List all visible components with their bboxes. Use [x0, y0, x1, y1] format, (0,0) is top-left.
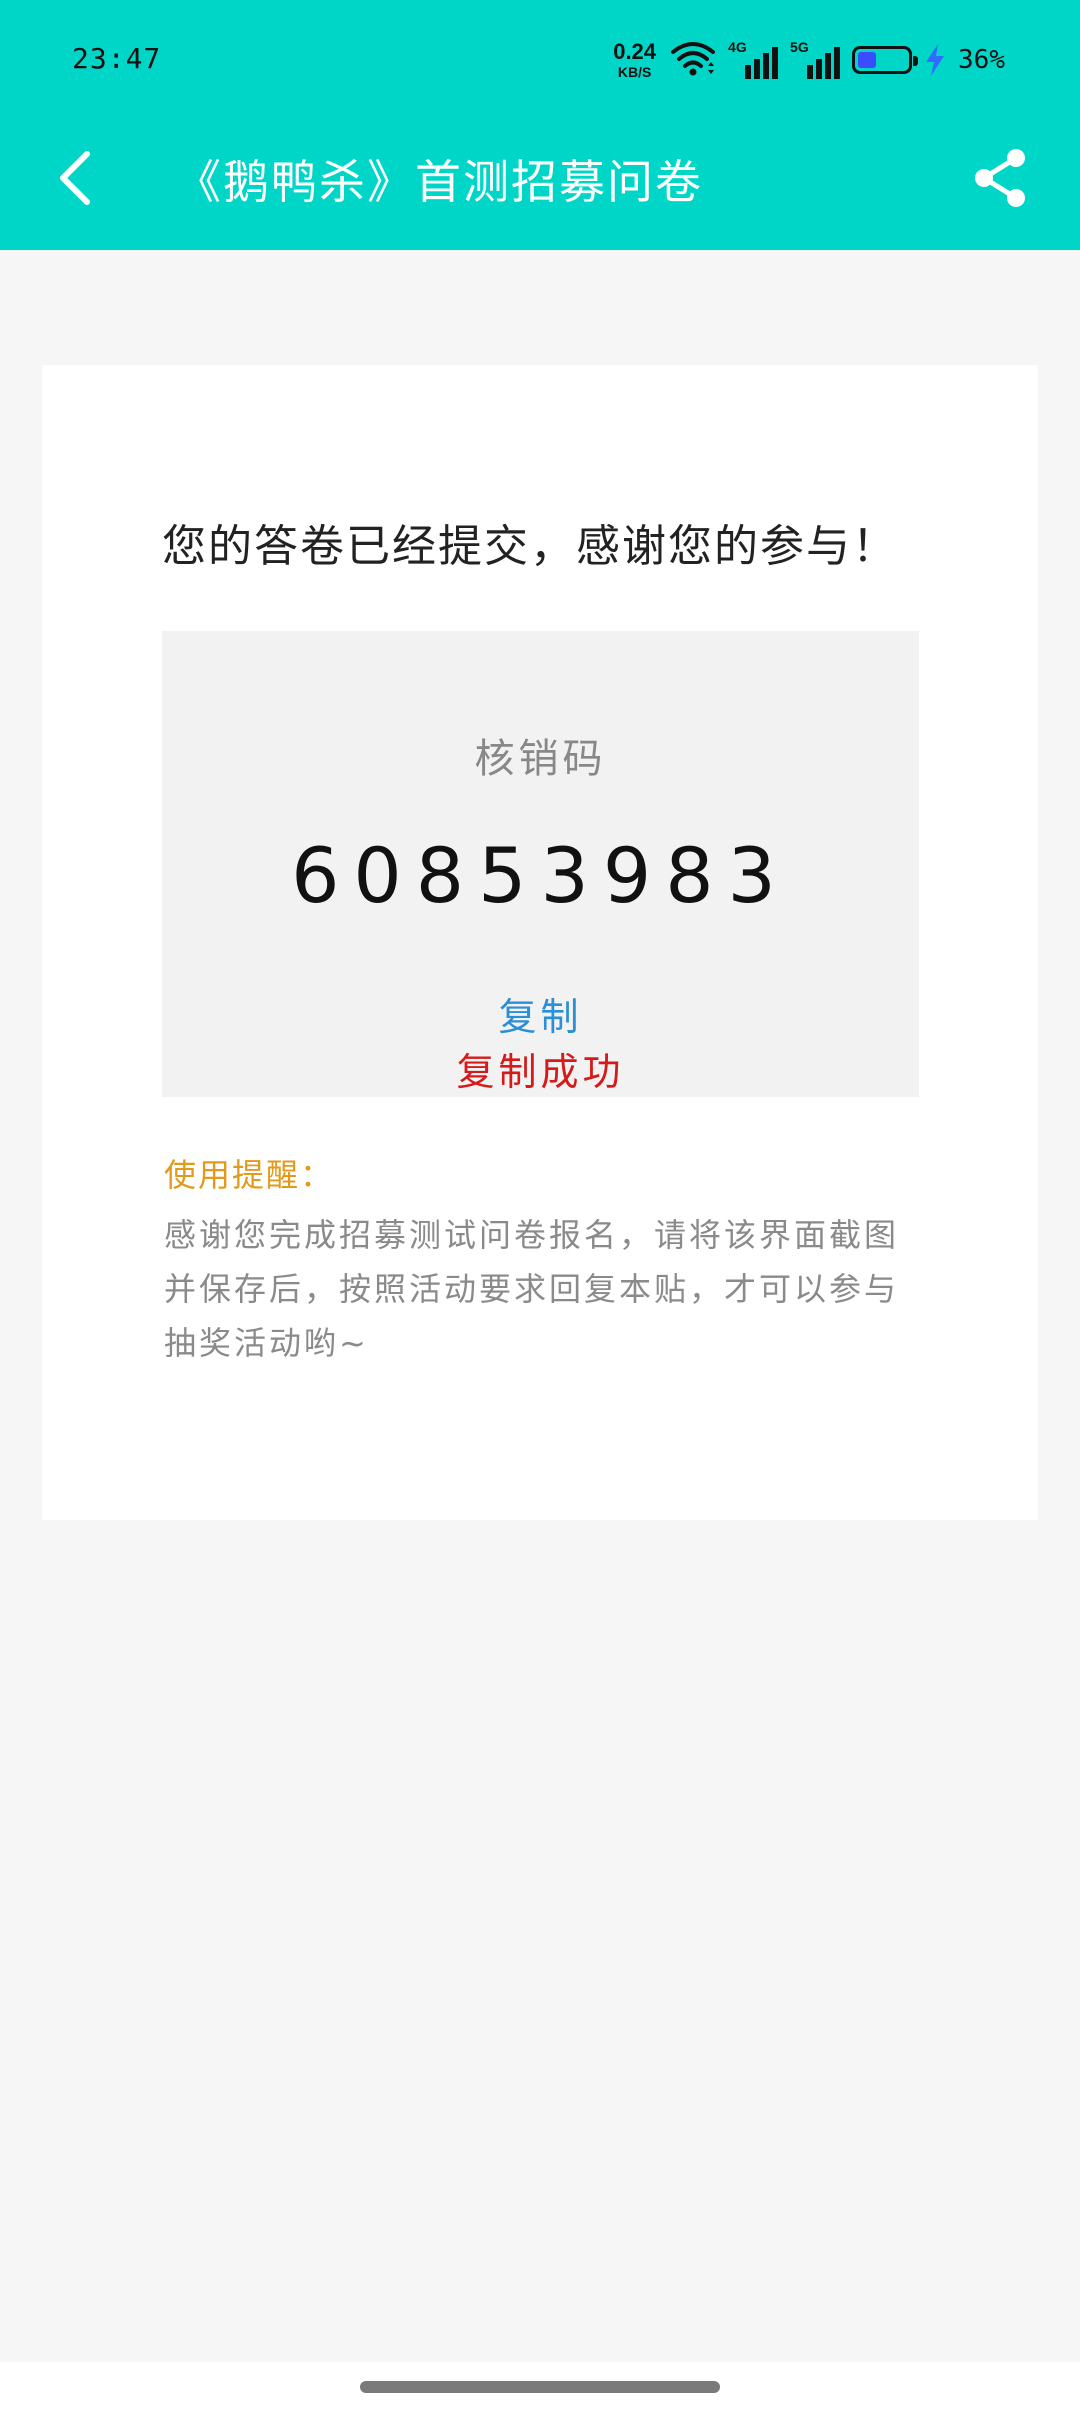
network-speed: 0.24 KB/S	[613, 39, 657, 80]
redeem-code-box: 核销码 60853983 复制 复制成功	[162, 631, 919, 1097]
battery-icon	[852, 46, 919, 74]
code-value[interactable]: 60853983	[162, 831, 919, 920]
signal-4g-label: 4G	[728, 39, 747, 55]
code-label: 核销码	[474, 736, 607, 782]
page-title: 《鹅鸭杀》首测招募问卷	[175, 155, 703, 209]
copy-success-message: 复制成功	[456, 1050, 625, 1094]
signal-5g-icon: 5G	[790, 39, 841, 79]
status-icons: 0.24 KB/S 4G 5G 36%	[613, 38, 1005, 82]
network-speed-unit: KB/S	[617, 64, 652, 80]
tip-title: 使用提醒：	[164, 1156, 335, 1194]
app-bar: 《鹅鸭杀》首测招募问卷	[0, 120, 1080, 250]
back-arrow-icon	[55, 150, 95, 210]
share-button[interactable]	[968, 148, 1032, 212]
result-card: 您的答卷已经提交，感谢您的参与！ 核销码 60853983 复制 复制成功 使用…	[42, 365, 1038, 1520]
charging-bolt-icon	[924, 43, 946, 77]
signal-4g-icon: 4G	[728, 39, 779, 79]
signal-5g-label: 5G	[790, 39, 809, 55]
tip-body: 感谢您完成招募测试问卷报名，请将该界面截图并保存后，按照活动要求回复本贴，才可以…	[164, 1216, 900, 1362]
battery-fill	[858, 52, 877, 68]
back-button[interactable]	[48, 150, 102, 210]
battery-percent: 36%	[958, 45, 1005, 75]
wifi-icon	[670, 40, 716, 80]
share-icon	[972, 148, 1028, 212]
header: 23:47 0.24 KB/S 4G 5G 36% 《鹅鸭杀》首测招募问卷	[0, 0, 1080, 250]
copy-button[interactable]: 复制	[162, 986, 919, 1041]
network-speed-value: 0.24	[613, 39, 657, 64]
status-bar: 23:47 0.24 KB/S 4G 5G 36%	[0, 0, 1080, 120]
status-time: 23:47	[72, 42, 162, 75]
submitted-message: 您的答卷已经提交，感谢您的参与！	[162, 521, 898, 572]
gesture-handle[interactable]	[360, 2381, 720, 2393]
